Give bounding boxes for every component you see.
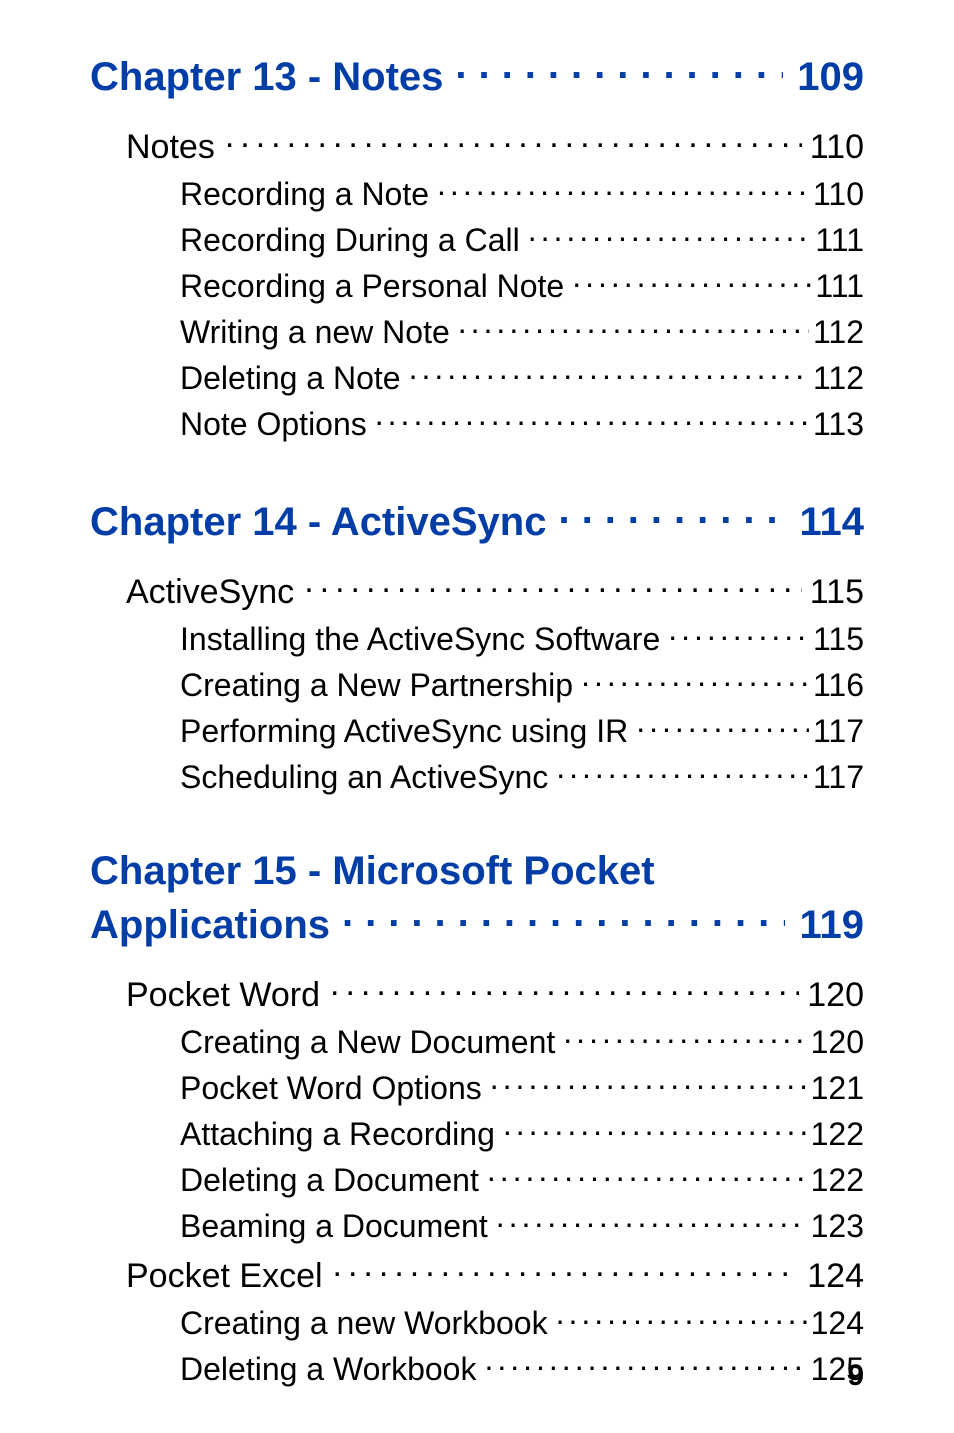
leader-dots xyxy=(455,50,783,90)
sub-title: Performing ActiveSync using IR xyxy=(180,713,628,750)
chapter-heading[interactable]: Chapter 15 - Microsoft Pocket Applicatio… xyxy=(90,848,864,948)
sub-page-number: 122 xyxy=(809,1116,864,1153)
toc-sub-row[interactable]: Deleting a Document 122 xyxy=(180,1159,864,1199)
leader-dots xyxy=(304,569,802,603)
section-page-number: 115 xyxy=(806,573,864,612)
chapter-heading[interactable]: Chapter 14 - ActiveSync 114 xyxy=(90,495,864,545)
leader-dots xyxy=(484,1348,806,1380)
toc-sub-row[interactable]: Attaching a Recording 122 xyxy=(180,1113,864,1153)
sub-title: Recording a Personal Note xyxy=(180,268,564,305)
leader-dots xyxy=(342,898,785,938)
sub-page-number: 120 xyxy=(809,1024,864,1061)
chapter-page-number: 119 xyxy=(791,903,864,948)
chapter-title-line1: Chapter 15 - Microsoft Pocket xyxy=(90,848,864,894)
sub-title: Creating a New Document xyxy=(180,1024,555,1061)
sub-page-number: 122 xyxy=(809,1162,864,1199)
toc-section-row[interactable]: Pocket Word 120 xyxy=(126,972,864,1015)
sub-page-number: 112 xyxy=(811,314,864,351)
section-title: ActiveSync xyxy=(126,573,294,612)
leader-dots xyxy=(572,265,811,297)
sub-title: Deleting a Workbook xyxy=(180,1351,476,1388)
toc-sub-row[interactable]: Scheduling an ActiveSync 117 xyxy=(180,756,864,796)
sub-page-number: 110 xyxy=(811,176,864,213)
leader-dots xyxy=(487,1159,807,1191)
toc-section-row[interactable]: ActiveSync 115 xyxy=(126,569,864,612)
toc-section-row[interactable]: Pocket Excel 124 xyxy=(126,1253,864,1296)
sub-title: Pocket Word Options xyxy=(180,1070,482,1107)
sub-title: Creating a New Partnership xyxy=(180,667,573,704)
leader-dots xyxy=(490,1067,807,1099)
sub-title: Installing the ActiveSync Software xyxy=(180,621,660,658)
leader-dots xyxy=(330,972,799,1006)
sub-page-number: 117 xyxy=(811,713,864,750)
sub-title: Deleting a Note xyxy=(180,360,401,397)
leader-dots xyxy=(668,618,809,650)
leader-dots xyxy=(528,219,812,251)
leader-dots xyxy=(496,1205,807,1237)
toc-sub-row[interactable]: Recording a Note 110 xyxy=(180,173,864,213)
leader-dots xyxy=(409,357,809,389)
leader-dots xyxy=(558,495,785,535)
footer-page-number: 9 xyxy=(847,1359,864,1393)
section-title: Notes xyxy=(126,128,215,167)
chapter-heading[interactable]: Chapter 13 - Notes 109 xyxy=(90,50,864,100)
toc-sub-row[interactable]: Installing the ActiveSync Software 115 xyxy=(180,618,864,658)
toc-sub-row[interactable]: Deleting a Workbook 125 xyxy=(180,1348,864,1388)
toc-sub-row[interactable]: Beaming a Document 123 xyxy=(180,1205,864,1245)
sub-page-number: 113 xyxy=(811,406,864,443)
sub-title: Scheduling an ActiveSync xyxy=(180,759,548,796)
sub-page-number: 116 xyxy=(811,667,864,704)
sub-page-number: 123 xyxy=(809,1208,864,1245)
leader-dots xyxy=(581,664,809,696)
chapter-title-line2: Applications xyxy=(90,903,330,948)
sub-page-number: 111 xyxy=(813,268,864,305)
sub-title: Attaching a Recording xyxy=(180,1116,495,1153)
leader-dots xyxy=(556,1302,807,1334)
sub-page-number: 117 xyxy=(811,759,864,796)
sub-title: Recording a Note xyxy=(180,176,429,213)
chapter-page-number: 114 xyxy=(791,500,864,545)
toc-sub-row[interactable]: Writing a new Note 112 xyxy=(180,311,864,351)
sub-title: Recording During a Call xyxy=(180,222,520,259)
leader-dots xyxy=(563,1021,806,1053)
toc-section-row[interactable]: Notes 110 xyxy=(126,124,864,167)
chapter-title: Chapter 13 - Notes xyxy=(90,55,443,100)
toc-sub-row[interactable]: Note Options 113 xyxy=(180,403,864,443)
sub-title: Note Options xyxy=(180,406,367,443)
toc-sub-row[interactable]: Deleting a Note 112 xyxy=(180,357,864,397)
leader-dots xyxy=(225,124,802,158)
toc-sub-row[interactable]: Creating a New Document 120 xyxy=(180,1021,864,1061)
leader-dots xyxy=(333,1253,800,1287)
sub-page-number: 112 xyxy=(811,360,864,397)
leader-dots xyxy=(636,710,809,742)
sub-page-number: 115 xyxy=(811,621,864,658)
leader-dots xyxy=(556,756,809,788)
sub-page-number: 111 xyxy=(813,222,864,259)
sub-title: Beaming a Document xyxy=(180,1208,488,1245)
section-title: Pocket Excel xyxy=(126,1257,323,1296)
toc-sub-row[interactable]: Pocket Word Options 121 xyxy=(180,1067,864,1107)
section-page-number: 120 xyxy=(803,976,864,1015)
chapter-title: Chapter 14 - ActiveSync xyxy=(90,500,546,545)
chapter-page-number: 109 xyxy=(789,55,864,100)
section-page-number: 124 xyxy=(803,1257,864,1296)
sub-title: Writing a new Note xyxy=(180,314,450,351)
section-title: Pocket Word xyxy=(126,976,320,1015)
sub-page-number: 124 xyxy=(809,1305,864,1342)
toc-sub-row[interactable]: Creating a new Workbook 124 xyxy=(180,1302,864,1342)
leader-dots xyxy=(458,311,809,343)
toc-sub-row[interactable]: Creating a New Partnership 116 xyxy=(180,664,864,704)
section-page-number: 110 xyxy=(806,128,864,167)
sub-page-number: 121 xyxy=(809,1070,864,1107)
toc-sub-row[interactable]: Performing ActiveSync using IR 117 xyxy=(180,710,864,750)
sub-title: Creating a new Workbook xyxy=(180,1305,548,1342)
leader-dots xyxy=(375,403,809,435)
toc-page: { "chapters": [ { "title": "Chapter 13 -… xyxy=(0,0,954,1433)
leader-dots xyxy=(437,173,809,205)
leader-dots xyxy=(503,1113,807,1145)
toc-sub-row[interactable]: Recording During a Call 111 xyxy=(180,219,864,259)
sub-title: Deleting a Document xyxy=(180,1162,479,1199)
toc-sub-row[interactable]: Recording a Personal Note 111 xyxy=(180,265,864,305)
